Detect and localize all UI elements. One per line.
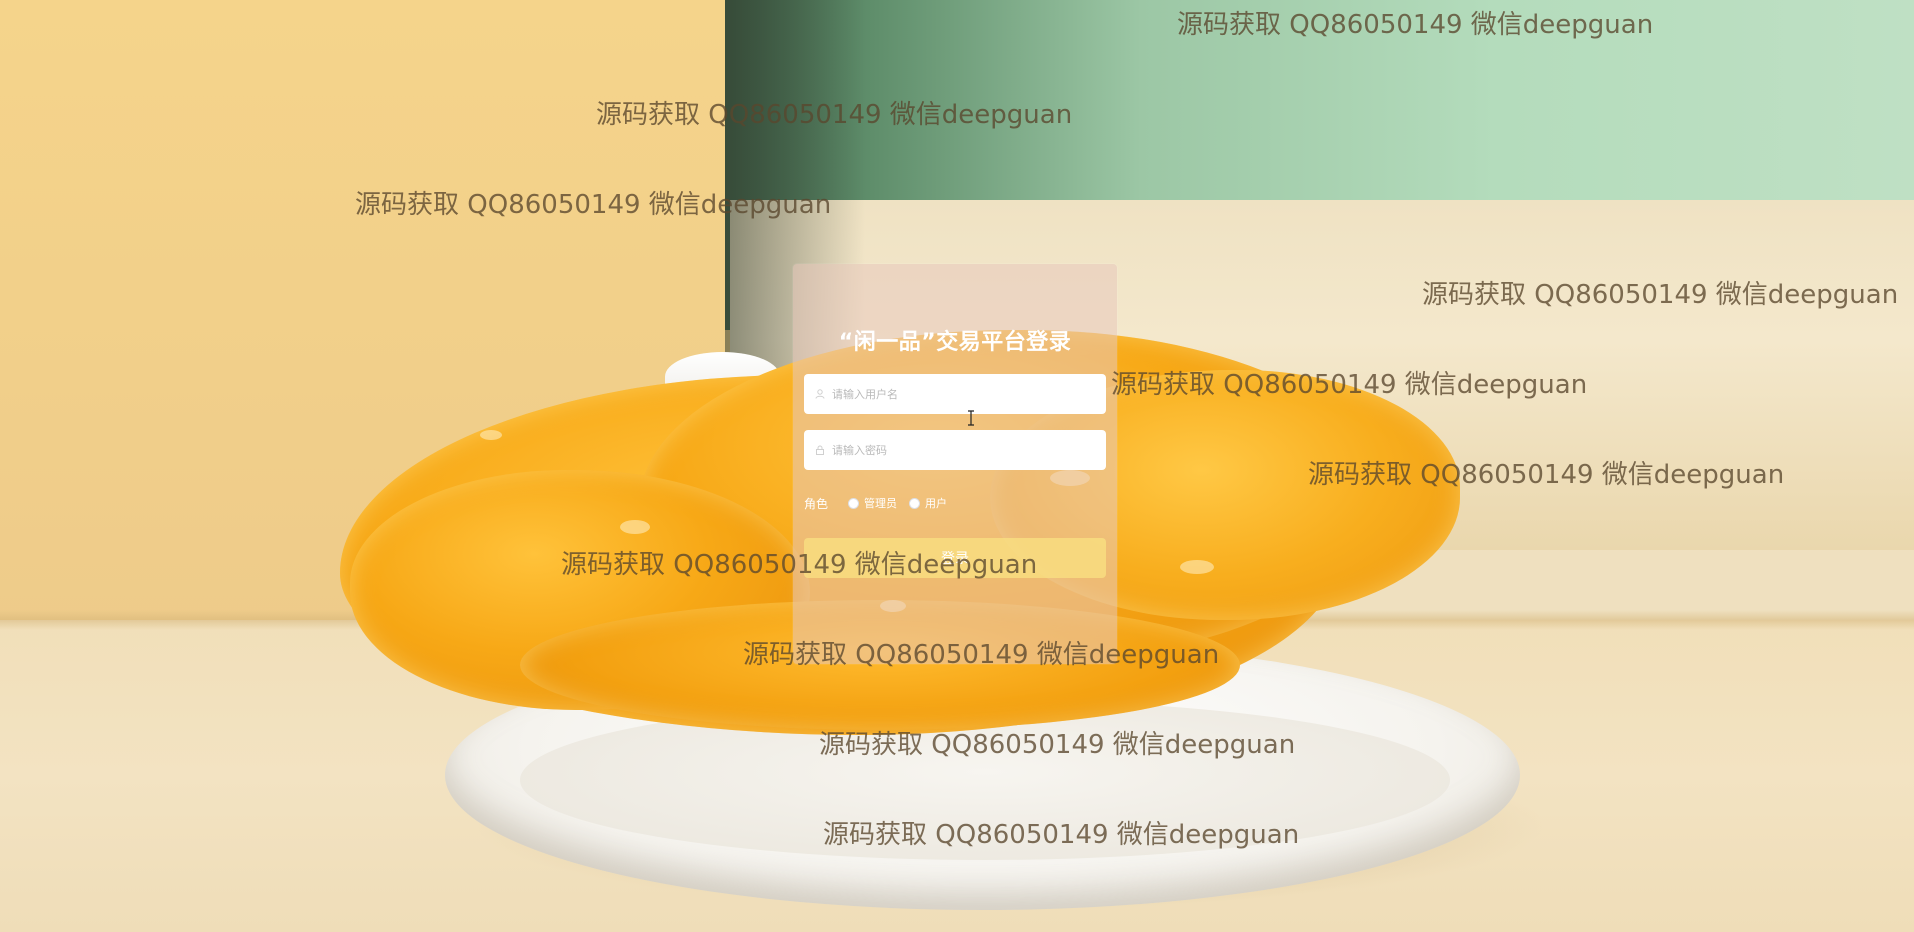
password-field[interactable] <box>804 430 1106 470</box>
sugar-fleck <box>620 520 650 534</box>
username-input[interactable] <box>832 387 1092 401</box>
login-title: “闲一品”交易平台登录 <box>838 330 1072 355</box>
role-option-label: 管理员 <box>864 497 898 510</box>
role-label: 角色 <box>804 496 829 511</box>
sugar-fleck <box>1180 560 1214 574</box>
lock-icon <box>814 444 826 456</box>
role-selector: 角色 管理员 用户 <box>804 494 1106 512</box>
login-button[interactable]: 登录 <box>804 538 1106 578</box>
radio-button[interactable] <box>909 497 921 509</box>
role-option-user[interactable]: 用户 <box>909 495 947 511</box>
username-field[interactable] <box>804 374 1106 414</box>
sugar-fleck <box>480 430 502 440</box>
role-option-label: 用户 <box>925 497 948 510</box>
role-option-admin[interactable]: 管理员 <box>848 495 897 511</box>
text-cursor-icon <box>967 410 975 426</box>
login-page: “闲一品”交易平台登录 请输入用户名 角色 管理员 用户 登录 源码获取 QQ8… <box>0 0 1914 932</box>
password-input[interactable] <box>832 443 1092 457</box>
user-icon <box>814 388 826 400</box>
radio-button[interactable] <box>848 497 860 509</box>
login-form: “闲一品”交易平台登录 请输入用户名 角色 管理员 用户 登录 <box>793 264 1117 664</box>
